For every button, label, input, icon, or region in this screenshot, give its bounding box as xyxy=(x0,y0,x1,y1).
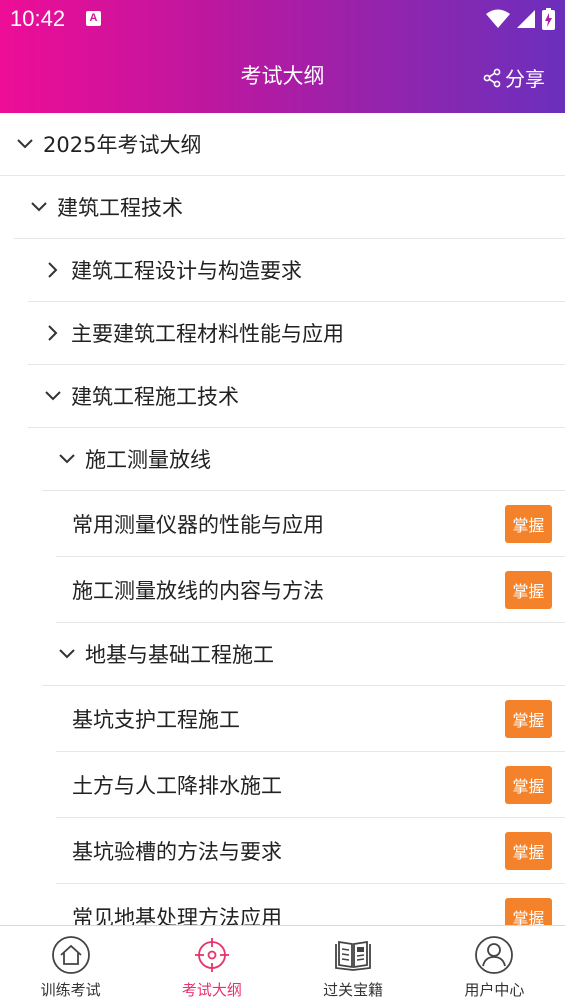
share-label: 分享 xyxy=(505,67,545,91)
mastery-badge: 掌握 xyxy=(505,700,552,738)
outline-item[interactable]: 常用测量仪器的性能与应用 掌握 xyxy=(56,491,565,557)
outline-item-label: 土方与人工降排水施工 xyxy=(72,773,282,798)
chevron-down-icon xyxy=(13,132,37,156)
bottom-tab-bar: 训练考试 考试大纲 过关宝籍 用户中心 xyxy=(0,925,565,1004)
status-bar: 10:42 A xyxy=(0,0,565,38)
tab-label: 考试大纲 xyxy=(181,981,242,999)
app-header: 10:42 A 考试大纲 分享 xyxy=(0,0,565,113)
outline-item-label: 施工测量放线的内容与方法 xyxy=(72,578,324,603)
tree-node-label: 主要建筑工程材料性能与应用 xyxy=(71,322,344,346)
battery-icon xyxy=(542,8,555,30)
target-icon xyxy=(194,938,229,972)
tree-node-label: 施工测量放线 xyxy=(85,448,211,472)
wifi-icon xyxy=(486,9,510,28)
tree-node-root[interactable]: 2025年考试大纲 xyxy=(0,113,565,176)
book-icon xyxy=(335,940,372,971)
tree-node-level1[interactable]: 建筑工程技术 xyxy=(14,176,565,239)
outline-item-label: 基坑支护工程施工 xyxy=(72,707,240,732)
tab-guide-book[interactable]: 过关宝籍 xyxy=(283,926,424,1004)
tree-node-label: 建筑工程技术 xyxy=(57,196,183,220)
chevron-right-icon xyxy=(41,321,65,345)
tab-user-center[interactable]: 用户中心 xyxy=(424,926,565,1004)
notification-icon: A xyxy=(86,11,101,26)
tree-node-level2[interactable]: 主要建筑工程材料性能与应用 xyxy=(28,302,565,365)
user-icon xyxy=(475,936,514,974)
share-icon xyxy=(483,68,501,87)
chevron-down-icon xyxy=(55,642,79,666)
status-time: 10:42 xyxy=(10,6,66,31)
tab-label: 用户中心 xyxy=(464,981,525,999)
tab-label: 过关宝籍 xyxy=(323,981,384,999)
tree-node-label: 2025年考试大纲 xyxy=(43,133,202,157)
share-button[interactable]: 分享 xyxy=(483,63,545,92)
tab-label: 训练考试 xyxy=(40,981,101,999)
page-title: 考试大纲 xyxy=(240,64,325,88)
chevron-down-icon xyxy=(27,195,51,219)
outline-item-label: 常用测量仪器的性能与应用 xyxy=(72,512,324,537)
mastery-badge: 掌握 xyxy=(505,832,552,870)
tree-node-level3[interactable]: 施工测量放线 xyxy=(42,428,565,491)
status-icons xyxy=(486,8,555,30)
tree-node-level2[interactable]: 建筑工程设计与构造要求 xyxy=(28,239,565,302)
outline-tree: 2025年考试大纲 建筑工程技术 建筑工程设计与构造要求 主要建筑工程材料性能与… xyxy=(0,113,565,925)
outline-item[interactable]: 土方与人工降排水施工 掌握 xyxy=(56,752,565,818)
tree-node-level3[interactable]: 地基与基础工程施工 xyxy=(42,623,565,686)
tab-training-exam[interactable]: 训练考试 xyxy=(0,926,141,1004)
chevron-right-icon xyxy=(41,258,65,282)
tree-node-label: 建筑工程设计与构造要求 xyxy=(71,259,302,283)
mastery-badge: 掌握 xyxy=(505,766,552,804)
mastery-badge: 掌握 xyxy=(505,898,552,925)
tree-node-level2[interactable]: 建筑工程施工技术 xyxy=(28,365,565,428)
tab-outline[interactable]: 考试大纲 xyxy=(141,926,282,1004)
outline-item[interactable]: 基坑支护工程施工 掌握 xyxy=(56,686,565,752)
outline-item-label: 基坑验槽的方法与要求 xyxy=(72,839,282,864)
home-icon xyxy=(51,936,90,974)
chevron-down-icon xyxy=(55,447,79,471)
mastery-badge: 掌握 xyxy=(505,505,552,543)
tree-node-label: 地基与基础工程施工 xyxy=(85,643,274,667)
chevron-down-icon xyxy=(41,384,65,408)
mastery-badge: 掌握 xyxy=(505,571,552,609)
outline-item[interactable]: 施工测量放线的内容与方法 掌握 xyxy=(56,557,565,623)
outline-item[interactable]: 常见地基处理方法应用 掌握 xyxy=(56,884,565,925)
signal-icon xyxy=(517,10,535,28)
outline-item[interactable]: 基坑验槽的方法与要求 掌握 xyxy=(56,818,565,884)
tree-node-label: 建筑工程施工技术 xyxy=(71,385,239,409)
outline-item-label: 常见地基处理方法应用 xyxy=(72,905,282,926)
